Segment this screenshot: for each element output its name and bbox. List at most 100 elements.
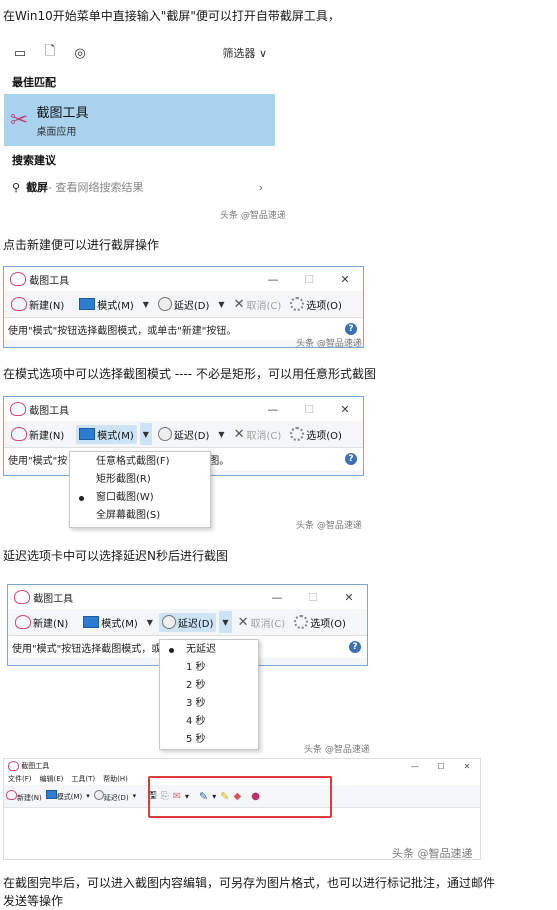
- close-button[interactable]: ✕: [331, 591, 367, 604]
- cancel-icon: ✕: [237, 614, 249, 630]
- minimize-button[interactable]: —: [255, 403, 291, 416]
- options-button[interactable]: 选项(O): [291, 613, 349, 632]
- close-button[interactable]: ✕: [327, 403, 363, 416]
- new-label: 新建(N): [17, 793, 42, 802]
- delay-menu-item[interactable]: 2 秒: [160, 677, 258, 695]
- menu-item[interactable]: 帮助(H): [103, 774, 128, 784]
- delay-menu-item[interactable]: 5 秒: [160, 731, 258, 749]
- delay-menu-item[interactable]: 3 秒: [160, 695, 258, 713]
- options-button[interactable]: 选项(O): [287, 425, 345, 444]
- watermark: 头条 @智品速递: [296, 339, 362, 349]
- mode-dropdown-arrow[interactable]: ▼: [144, 618, 156, 627]
- maximize-button[interactable]: ☐: [291, 273, 327, 286]
- delay-dropdown-arrow[interactable]: ▼: [215, 430, 227, 439]
- mode-button[interactable]: 模式(M): [76, 295, 136, 314]
- apps-icon[interactable]: ▭: [12, 45, 28, 61]
- mode-icon: [45, 790, 57, 799]
- delay-label: 延迟(D): [173, 430, 210, 442]
- globe-icon[interactable]: ◎: [72, 45, 88, 61]
- delay-menu-item[interactable]: 无延迟: [160, 641, 258, 659]
- delay-dropdown-arrow[interactable]: ▾: [133, 792, 137, 800]
- app-icon: [8, 761, 19, 771]
- new-label: 新建(N): [29, 430, 65, 442]
- mode-dropdown-arrow[interactable]: ▼: [140, 300, 152, 309]
- close-button[interactable]: ✕: [327, 273, 363, 286]
- best-match-item[interactable]: ✂ 截图工具 桌面应用: [4, 94, 275, 146]
- maximize-button[interactable]: ☐: [291, 403, 327, 416]
- options-label: 选项(O): [310, 618, 346, 630]
- delay-button[interactable]: 延迟(D): [158, 612, 217, 632]
- mode-menu-item-label: 窗口截图(W): [96, 492, 154, 503]
- new-button[interactable]: 新建(N): [12, 613, 71, 632]
- mode-menu-item[interactable]: 任意格式截图(F): [70, 453, 210, 471]
- minimize-button[interactable]: —: [402, 762, 428, 771]
- search-suggestion[interactable]: ⚲ 截屏 - 查看网络搜索结果 ›: [4, 172, 275, 202]
- delay-dropdown-arrow[interactable]: ▼: [215, 300, 227, 309]
- mode-menu-item-label: 任意格式截图(F): [96, 456, 170, 467]
- status-text: 使用"模式"按钮选择截图模式，或: [12, 643, 162, 655]
- watermark: 头条 @智品速递: [296, 521, 362, 531]
- gear-icon: [294, 615, 309, 629]
- maximize-button[interactable]: ☐: [428, 762, 454, 771]
- step5-text-cont: 发送等操作: [3, 894, 64, 908]
- new-button[interactable]: 新建(N): [8, 425, 67, 444]
- menu-item[interactable]: 工具(T): [71, 774, 95, 784]
- minimize-button[interactable]: —: [255, 273, 291, 286]
- intro-text: 在Win10开始菜单中直接输入"截屏"便可以打开自带截屏工具，: [3, 9, 340, 23]
- mode-button[interactable]: 模式(M): [76, 424, 137, 444]
- gear-icon: [290, 427, 305, 441]
- watermark: 头条 @智品速递: [392, 847, 473, 860]
- clock-icon: [157, 297, 172, 311]
- help-icon[interactable]: ?: [345, 323, 357, 335]
- mode-icon: [83, 616, 100, 628]
- close-button[interactable]: ✕: [454, 762, 480, 771]
- delay-menu-item[interactable]: 1 秒: [160, 659, 258, 677]
- delay-menu-item-label: 2 秒: [186, 680, 206, 691]
- menu-item[interactable]: 文件(F): [8, 774, 32, 784]
- window-title: 截图工具: [29, 405, 70, 417]
- cancel-button[interactable]: ✕ 取消(C): [235, 613, 289, 632]
- help-icon[interactable]: ?: [349, 641, 361, 653]
- mode-menu-item[interactable]: 窗口截图(W): [70, 489, 210, 507]
- mode-menu-item[interactable]: 全屏幕截图(S): [70, 507, 210, 525]
- menu-item[interactable]: 编辑(E): [40, 774, 64, 784]
- mode-button[interactable]: 模式(M): [45, 790, 82, 802]
- app-icon: [10, 402, 26, 416]
- cancel-button[interactable]: ✕ 取消(C): [231, 425, 285, 444]
- scissors-icon: [11, 427, 27, 441]
- delay-button[interactable]: 延迟(D): [155, 295, 213, 314]
- options-button[interactable]: 选项(O): [287, 295, 345, 314]
- step5-text: 在截图完毕后，可以进入截图内容编辑，可另存为图片格式，也可以进行标记批注，通过邮…: [3, 876, 496, 890]
- new-button[interactable]: 新建(N): [6, 789, 42, 803]
- suggestion-hint: - 查看网络搜索结果: [48, 181, 144, 194]
- maximize-button[interactable]: ☐: [295, 591, 331, 604]
- chevron-down-icon: ∨: [258, 47, 267, 60]
- watermark: 头条 @智品速递: [304, 745, 370, 755]
- document-icon[interactable]: 🗋: [42, 44, 58, 61]
- mode-menu-item[interactable]: 矩形截图(R): [70, 471, 210, 489]
- highlight-box: [148, 776, 332, 818]
- mode-dropdown-arrow[interactable]: ▾: [86, 792, 90, 800]
- delay-menu-item-label: 3 秒: [186, 698, 206, 709]
- delay-button[interactable]: 延迟(D): [93, 789, 129, 803]
- delay-dropdown-arrow[interactable]: ▼: [219, 611, 232, 633]
- watermark: 头条 @智品速递: [220, 211, 286, 221]
- mode-button[interactable]: 模式(M): [80, 613, 140, 632]
- clock-icon: [161, 615, 176, 629]
- cancel-button[interactable]: ✕ 取消(C): [231, 295, 285, 314]
- suggestion-query: 截屏: [26, 181, 49, 194]
- mode-dropdown-arrow[interactable]: ▼: [139, 423, 152, 445]
- minimize-button[interactable]: —: [259, 591, 295, 604]
- selected-dot-icon: [169, 648, 174, 653]
- start-menu-search-panel: ▭ 🗋 ◎ 筛选器 ∨ 最佳匹配 ✂ 截图工具 桌面应用 搜索建议 ⚲ 截屏 -…: [4, 34, 275, 220]
- scissors-icon: ✂: [10, 107, 29, 133]
- cancel-label: 取消(C): [250, 618, 286, 630]
- delay-menu-item[interactable]: 4 秒: [160, 713, 258, 731]
- delay-menu-item-label: 5 秒: [186, 734, 206, 745]
- filter-dropdown[interactable]: 筛选器 ∨: [222, 45, 267, 61]
- new-button[interactable]: 新建(N): [8, 295, 67, 314]
- cancel-label: 取消(C): [246, 300, 282, 312]
- help-icon[interactable]: ?: [345, 453, 357, 465]
- delay-button[interactable]: 延迟(D): [155, 425, 213, 444]
- window-title: 截图工具: [21, 762, 50, 770]
